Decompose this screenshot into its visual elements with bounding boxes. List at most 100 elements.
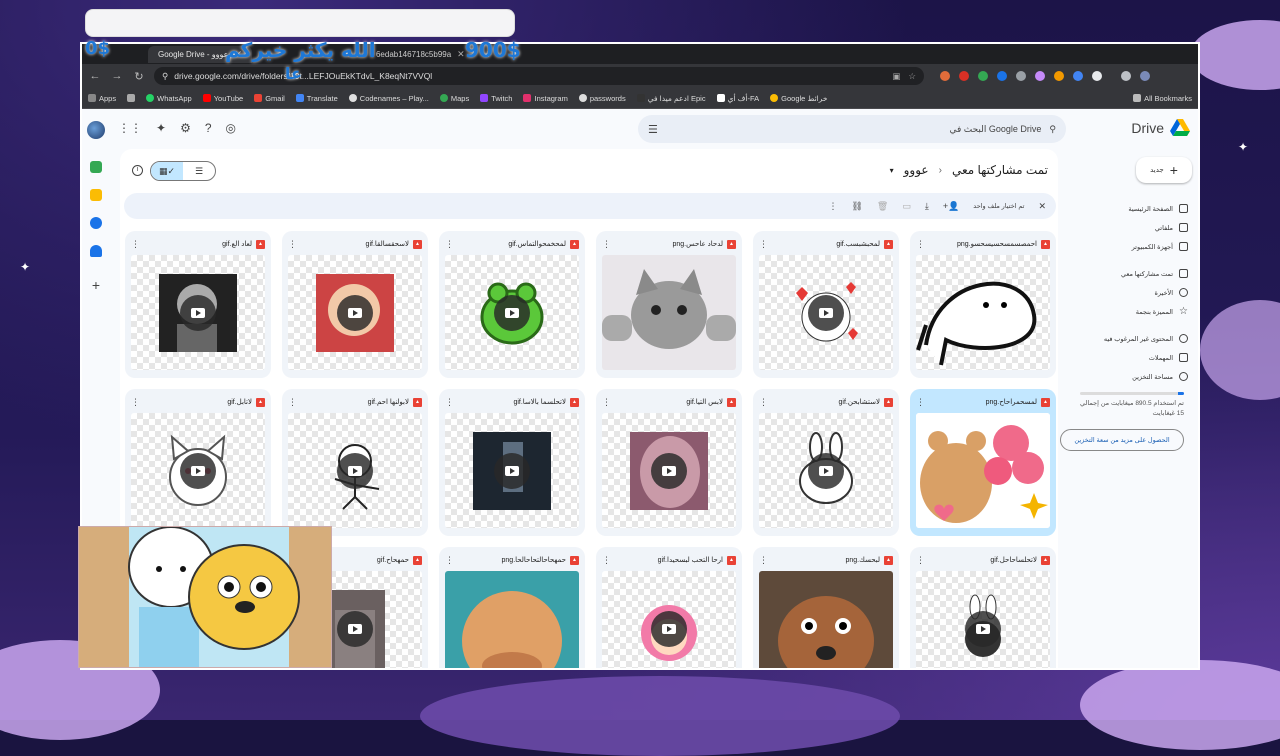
file-thumbnail[interactable]	[131, 413, 265, 528]
extension-icon[interactable]	[1073, 71, 1083, 81]
apps-grid-icon[interactable]: ⋮⋮	[118, 121, 142, 135]
more-options-icon[interactable]: ⋮	[759, 397, 769, 408]
more-options-icon[interactable]: ⋮	[445, 397, 455, 408]
file-thumbnail[interactable]	[759, 255, 893, 370]
bookmark-google-maps[interactable]: Google خرائط	[770, 94, 828, 103]
play-video-icon[interactable]	[651, 610, 687, 647]
reload-icon[interactable]: ↻	[132, 70, 146, 83]
play-video-icon[interactable]	[337, 294, 373, 331]
list-view-button[interactable]: ☰	[183, 162, 215, 180]
file-thumbnail[interactable]	[602, 255, 736, 370]
file-thumbnail[interactable]	[916, 413, 1050, 528]
more-options-icon[interactable]: ⋮	[602, 397, 612, 408]
get-more-storage-button[interactable]: الحصول على مزيد من سعة التخزين	[1060, 428, 1184, 451]
nav-item-home[interactable]: الصفحة الرئيسية	[1060, 199, 1192, 218]
bookmark-codenames[interactable]: Codenames – Play...	[348, 94, 429, 103]
file-thumbnail[interactable]	[602, 571, 736, 668]
contacts-icon[interactable]	[90, 245, 102, 257]
file-card[interactable]: ⋮ png.لبحسك ▲	[753, 547, 899, 668]
more-options-icon[interactable]: ⋮	[131, 397, 141, 408]
extension-icon[interactable]	[940, 71, 950, 81]
file-thumbnail[interactable]	[445, 413, 579, 528]
breadcrumb-folder[interactable]: عووو	[904, 163, 929, 177]
filter-tune-icon[interactable]: ☰	[648, 123, 658, 136]
download-icon[interactable]	[1121, 71, 1131, 81]
close-icon[interactable]: ✕	[457, 49, 465, 60]
play-video-icon[interactable]	[337, 452, 373, 489]
more-options-icon[interactable]: ⋮	[131, 239, 141, 250]
move-icon[interactable]: ▭	[902, 201, 911, 212]
settings-gear-icon[interactable]: ⚙	[180, 121, 191, 135]
file-card[interactable]: ⋮ png.حمهحاحالتحاحالحا ▲	[439, 547, 585, 668]
profile-avatar[interactable]	[1140, 71, 1150, 81]
file-card[interactable]: ⋮ png.لدحاد عاحس ▲	[596, 231, 742, 378]
nav-item-shared[interactable]: تمت مشاركتها معي	[1060, 264, 1192, 283]
puzzle-icon[interactable]	[1092, 71, 1102, 81]
bookmark-instagram[interactable]: Instagram	[523, 94, 568, 103]
file-thumbnail[interactable]	[288, 255, 422, 370]
nav-item-trash[interactable]: المهملات	[1060, 348, 1192, 367]
help-icon[interactable]: ?	[205, 121, 212, 135]
nav-item-my-drive[interactable]: ملفاتي	[1060, 218, 1192, 237]
copy-link-icon[interactable]: ⛓	[851, 201, 862, 212]
offline-status-icon[interactable]: ◎	[226, 121, 236, 135]
nav-item-spam[interactable]: المحتوى غير المرغوب فيه	[1060, 329, 1192, 348]
bookmark-star-icon[interactable]: ☆	[908, 71, 916, 82]
file-thumbnail[interactable]	[288, 413, 422, 528]
bookmark-grid[interactable]	[127, 94, 136, 102]
bookmark-whatsapp[interactable]: WhatsApp	[146, 94, 192, 103]
more-options-icon[interactable]: ⋮	[916, 555, 926, 566]
file-card[interactable]: ⋮ gif.لاتحلسما بالاسا ▲	[439, 389, 585, 536]
play-video-icon[interactable]	[337, 610, 373, 647]
play-video-icon[interactable]	[808, 452, 844, 489]
bookmark-passwords[interactable]: passwords	[578, 94, 626, 103]
tab-image[interactable]: 6edab146718c5b99a ✕	[366, 46, 475, 63]
forward-icon[interactable]: →	[110, 70, 124, 82]
cast-icon[interactable]: ▣	[892, 71, 900, 82]
play-video-icon[interactable]	[651, 452, 687, 489]
nav-item-computers[interactable]: أجهزة الكمبيوتر	[1060, 237, 1192, 256]
add-addon-icon[interactable]: +	[92, 277, 100, 293]
download-icon[interactable]: ⤓	[925, 201, 929, 212]
gemini-icon[interactable]: ✦	[156, 121, 166, 135]
more-options-icon[interactable]: ⋮	[445, 555, 455, 566]
play-video-icon[interactable]	[180, 452, 216, 489]
file-card[interactable]: ⋮ gif.لابس التيا ▲	[596, 389, 742, 536]
nav-item-recent[interactable]: الأخيرة	[1060, 283, 1192, 302]
breadcrumb-root[interactable]: تمت مشاركتها معي	[952, 163, 1048, 177]
bookmark-fa[interactable]: أف أي-FA	[716, 94, 759, 103]
file-card[interactable]: ⋮ gif.لمحخمحوالتماس ▲	[439, 231, 585, 378]
bookmark-translate[interactable]: Translate	[295, 94, 338, 103]
file-card[interactable]: ⋮ gif.لاسحقسالقا ▲	[282, 231, 428, 378]
bookmark-epic[interactable]: ادعم ميدا في Epic	[636, 94, 706, 103]
avatar[interactable]	[87, 121, 105, 139]
extension-icon[interactable]	[959, 71, 969, 81]
play-video-icon[interactable]	[180, 294, 216, 331]
play-video-icon[interactable]	[965, 610, 1001, 647]
play-video-icon[interactable]	[808, 294, 844, 331]
trash-icon[interactable]: 🗑	[877, 201, 888, 212]
more-options-icon[interactable]: ⋮	[602, 239, 612, 250]
play-video-icon[interactable]	[494, 294, 530, 331]
share-icon[interactable]: 👤+	[943, 201, 959, 212]
search-bar[interactable]: ☰ البحث في Google Drive ⚲	[638, 115, 1066, 143]
drive-brand[interactable]: Drive	[1131, 119, 1190, 137]
clear-selection-icon[interactable]: ✕	[1038, 201, 1046, 212]
info-icon[interactable]: i	[132, 165, 143, 176]
more-options-icon[interactable]: ⋮	[916, 397, 926, 408]
bookmark-gmail[interactable]: Gmail	[254, 94, 285, 103]
file-card[interactable]: ⋮ gif.لاستشابحن ▲	[753, 389, 899, 536]
file-card[interactable]: ⋮ gif.لاتحلساحاحل ▲	[910, 547, 1056, 668]
tasks-icon[interactable]	[90, 217, 102, 229]
keep-icon[interactable]	[90, 189, 102, 201]
mute-icon[interactable]	[1016, 71, 1026, 81]
all-bookmarks[interactable]: All Bookmarks	[1133, 94, 1192, 103]
new-button[interactable]: + جديد	[1136, 157, 1192, 183]
file-card[interactable]: ⋮ png.لمسحمراحاح ▲	[910, 389, 1056, 536]
extension-icon[interactable]	[978, 71, 988, 81]
url-bar[interactable]: ⚲ drive.google.com/drive/folders/19t...L…	[154, 67, 924, 85]
bookmark-twitch[interactable]: Twitch	[480, 94, 512, 103]
back-icon[interactable]: ←	[88, 70, 102, 82]
bookmark-apps[interactable]: Apps	[88, 94, 116, 103]
more-options-icon[interactable]: ⋮	[759, 239, 769, 250]
